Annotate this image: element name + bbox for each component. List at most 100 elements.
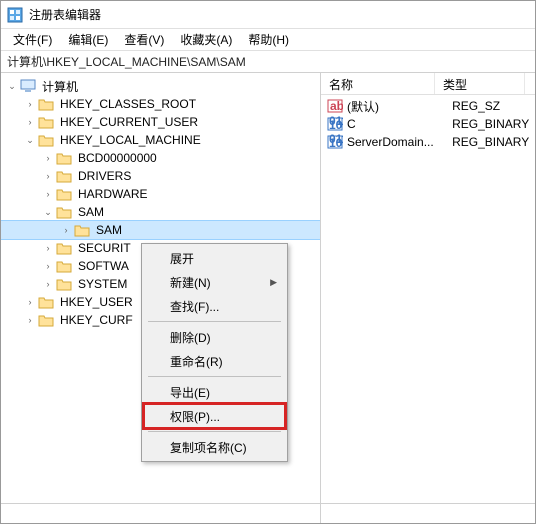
regedit-icon: [7, 7, 23, 23]
menu-edit[interactable]: 编辑(E): [60, 29, 116, 50]
ctx-separator: [148, 321, 281, 322]
folder-icon: [56, 241, 72, 255]
tree-label: HKEY_CURRENT_USER: [58, 115, 200, 129]
status-bar: [1, 503, 535, 523]
folder-icon: [56, 151, 72, 165]
tree-label: HARDWARE: [76, 187, 150, 201]
list-row[interactable]: 01101001 ServerDomain... REG_BINARY: [321, 133, 535, 151]
tree-label: 计算机: [40, 78, 80, 95]
folder-icon: [56, 169, 72, 183]
expander-icon[interactable]: ›: [41, 277, 55, 291]
folder-icon: [38, 313, 54, 327]
tree-label: HKEY_USER: [58, 295, 135, 309]
folder-icon: [56, 277, 72, 291]
tree-label: HKEY_CURF: [58, 313, 135, 327]
tree-label: SAM: [94, 223, 124, 237]
svg-text:1001: 1001: [329, 118, 343, 132]
binary-value-icon: 01101001: [327, 116, 343, 132]
ctx-label: 查找(F)...: [170, 298, 219, 315]
value-name: ServerDomain...: [347, 135, 452, 149]
tree-label: DRIVERS: [76, 169, 133, 183]
expander-icon[interactable]: ⌄: [23, 133, 37, 147]
ctx-label: 展开: [170, 250, 194, 267]
address-path: 计算机\HKEY_LOCAL_MACHINE\SAM\SAM: [7, 53, 246, 70]
menu-bar: 文件(F) 编辑(E) 查看(V) 收藏夹(A) 帮助(H): [1, 29, 535, 51]
folder-icon: [38, 115, 54, 129]
tree-node-sam[interactable]: ⌄ SAM: [1, 203, 320, 221]
menu-help[interactable]: 帮助(H): [240, 29, 297, 50]
folder-icon: [38, 133, 54, 147]
expander-icon[interactable]: ›: [23, 115, 37, 129]
list-row[interactable]: ab (默认) REG_SZ: [321, 97, 535, 115]
ctx-label: 权限(P)...: [170, 408, 220, 425]
string-value-icon: ab: [327, 98, 343, 114]
value-type: REG_BINARY: [452, 117, 535, 131]
value-type: REG_BINARY: [452, 135, 535, 149]
svg-text:1001: 1001: [329, 136, 343, 150]
folder-icon: [38, 97, 54, 111]
menu-file[interactable]: 文件(F): [5, 29, 60, 50]
tree-node-hklm[interactable]: ⌄ HKEY_LOCAL_MACHINE: [1, 131, 320, 149]
expander-icon[interactable]: ›: [41, 241, 55, 255]
value-name: (默认): [347, 98, 452, 115]
folder-icon: [74, 223, 90, 237]
ctx-export[interactable]: 导出(E): [144, 380, 285, 404]
svg-text:ab: ab: [330, 99, 343, 113]
folder-icon: [56, 187, 72, 201]
tree-label: BCD00000000: [76, 151, 159, 165]
folder-icon: [38, 295, 54, 309]
tree-label: HKEY_CLASSES_ROOT: [58, 97, 198, 111]
binary-value-icon: 01101001: [327, 134, 343, 150]
expander-icon[interactable]: ›: [41, 259, 55, 273]
ctx-label: 复制项名称(C): [170, 439, 247, 456]
ctx-new[interactable]: 新建(N)▶: [144, 270, 285, 294]
tree-node-sam-sam[interactable]: › SAM: [1, 221, 320, 239]
ctx-find[interactable]: 查找(F)...: [144, 294, 285, 318]
expander-icon[interactable]: ⌄: [5, 79, 19, 93]
title-bar: 注册表编辑器: [1, 1, 535, 29]
list-pane: 名称 类型 ab (默认) REG_SZ 01101001 C REG_BINA…: [321, 73, 535, 505]
ctx-label: 重命名(R): [170, 353, 223, 370]
ctx-label: 导出(E): [170, 384, 210, 401]
ctx-rename[interactable]: 重命名(R): [144, 349, 285, 373]
expander-icon[interactable]: ›: [59, 223, 73, 237]
tree-node-computer[interactable]: ⌄ 计算机: [1, 77, 320, 95]
window-title: 注册表编辑器: [29, 6, 101, 23]
column-name[interactable]: 名称: [321, 73, 435, 94]
ctx-copy-key-name[interactable]: 复制项名称(C): [144, 435, 285, 459]
folder-icon: [56, 259, 72, 273]
column-type[interactable]: 类型: [435, 73, 525, 94]
menu-favorites[interactable]: 收藏夹(A): [172, 29, 240, 50]
tree-label: SOFTWA: [76, 259, 131, 273]
expander-icon[interactable]: ›: [23, 313, 37, 327]
computer-icon: [20, 79, 36, 93]
tree-node-hardware[interactable]: › HARDWARE: [1, 185, 320, 203]
tree-label: SECURIT: [76, 241, 133, 255]
expander-icon[interactable]: ›: [23, 295, 37, 309]
value-type: REG_SZ: [452, 99, 535, 113]
ctx-label: 删除(D): [170, 329, 211, 346]
expander-icon[interactable]: ›: [23, 97, 37, 111]
tree-node-drivers[interactable]: › DRIVERS: [1, 167, 320, 185]
submenu-arrow-icon: ▶: [270, 277, 277, 288]
tree-label: SAM: [76, 205, 106, 219]
list-row[interactable]: 01101001 C REG_BINARY: [321, 115, 535, 133]
tree-label: HKEY_LOCAL_MACHINE: [58, 133, 203, 147]
list-header: 名称 类型: [321, 73, 535, 95]
ctx-expand[interactable]: 展开: [144, 246, 285, 270]
folder-icon: [56, 205, 72, 219]
menu-view[interactable]: 查看(V): [116, 29, 172, 50]
tree-node-bcd[interactable]: › BCD00000000: [1, 149, 320, 167]
address-bar[interactable]: 计算机\HKEY_LOCAL_MACHINE\SAM\SAM: [1, 51, 535, 73]
tree-node-hkcu[interactable]: › HKEY_CURRENT_USER: [1, 113, 320, 131]
context-menu: 展开 新建(N)▶ 查找(F)... 删除(D) 重命名(R) 导出(E) 权限…: [141, 243, 288, 462]
statusbar-watermark: [475, 504, 535, 523]
expander-icon[interactable]: ›: [41, 187, 55, 201]
expander-icon[interactable]: ⌄: [41, 205, 55, 219]
ctx-permissions[interactable]: 权限(P)...: [144, 404, 285, 428]
expander-icon[interactable]: ›: [41, 151, 55, 165]
tree-node-hkcr[interactable]: › HKEY_CLASSES_ROOT: [1, 95, 320, 113]
ctx-delete[interactable]: 删除(D): [144, 325, 285, 349]
expander-icon[interactable]: ›: [41, 169, 55, 183]
statusbar-segment: [1, 504, 321, 523]
